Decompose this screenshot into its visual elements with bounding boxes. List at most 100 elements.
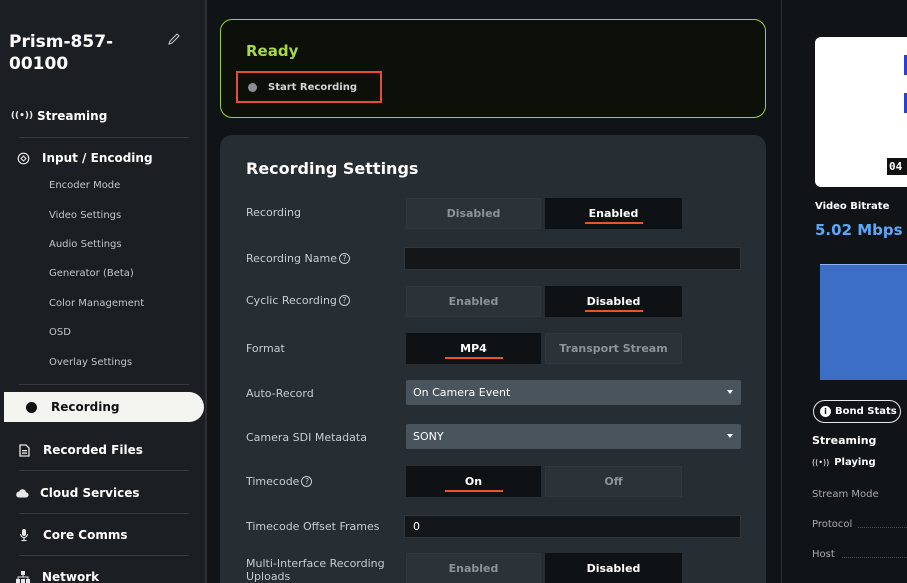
pencil-edit-icon[interactable] <box>166 31 182 47</box>
format-label: Format <box>246 342 285 355</box>
divider <box>19 384 189 385</box>
recording-enabled-option[interactable]: Enabled <box>545 198 682 229</box>
help-icon[interactable]: ? <box>338 253 350 264</box>
format-transport-stream-option[interactable]: Transport Stream <box>545 333 682 364</box>
preview-timecode: 04 <box>887 158 907 175</box>
label-text: Cyclic Recording <box>246 294 337 307</box>
sidebar-item-label: Recorded Files <box>43 443 143 457</box>
recording-disabled-option[interactable]: Disabled <box>406 198 541 229</box>
camera-sdi-metadata-label: Camera SDI Metadata <box>246 431 367 444</box>
bond-stats-label: Bond Stats <box>835 406 897 417</box>
selected-underline <box>444 490 503 492</box>
streaming-heading: Streaming <box>812 434 877 447</box>
video-bitrate-label: Video Bitrate <box>815 201 890 212</box>
option-label: Disabled <box>586 562 641 575</box>
sidebar-divider <box>205 0 207 583</box>
broadcast-icon: ((•)) <box>812 458 830 467</box>
multi-interface-disabled-option[interactable]: Disabled <box>545 553 682 583</box>
select-value: SONY <box>413 430 444 443</box>
cyclic-enabled-option[interactable]: Enabled <box>406 286 541 317</box>
start-recording-button[interactable]: Start Recording <box>236 71 382 103</box>
microphone-icon <box>17 528 31 542</box>
label-text: Camera SDI Metadata <box>246 431 367 444</box>
timecode-on-option[interactable]: On <box>406 466 541 497</box>
sidebar-item-recorded-files[interactable]: Recorded Files <box>0 442 205 458</box>
video-preview: 04 <box>815 37 907 187</box>
help-icon[interactable]: ? <box>301 476 313 487</box>
streaming-state-label: Playing <box>834 457 876 468</box>
select-value: On Camera Event <box>413 386 511 399</box>
sidebar-item-network[interactable]: Network <box>0 569 205 583</box>
dotted-leader <box>842 557 907 558</box>
record-indicator-icon <box>248 82 257 92</box>
divider <box>19 470 189 471</box>
sidebar-item-label: Core Comms <box>43 528 128 542</box>
format-mp4-option[interactable]: MP4 <box>406 333 541 364</box>
option-label: MP4 <box>460 342 487 355</box>
sidebar-item-label: Recording <box>51 400 120 414</box>
broadcast-icon: ((•)) <box>10 111 34 121</box>
sidebar-subitem-video-settings[interactable]: Video Settings <box>49 210 121 221</box>
label-text: Auto-Record <box>246 387 314 400</box>
label-text: Recording Name <box>246 252 337 265</box>
device-title: Prism-857-00100 <box>9 32 114 74</box>
cyclic-disabled-option[interactable]: Disabled <box>545 286 682 317</box>
cyclic-recording-label: Cyclic Recording? <box>246 294 350 307</box>
sidebar-item-core-comms[interactable]: Core Comms <box>0 527 205 543</box>
sidebar-item-cloud-services[interactable]: Cloud Services <box>0 485 205 501</box>
sidebar-item-input-encoding[interactable]: Input / Encoding <box>0 150 205 166</box>
sidebar-subitem-osd[interactable]: OSD <box>49 327 71 338</box>
streaming-state: ((•)) Playing <box>812 457 876 468</box>
option-label: Enabled <box>588 207 639 220</box>
stream-mode-label: Stream Mode <box>812 489 879 500</box>
selected-underline <box>444 357 503 359</box>
input-target-icon <box>16 151 30 165</box>
divider <box>19 137 189 138</box>
file-icon <box>17 443 31 457</box>
right-panel-divider <box>781 0 782 583</box>
camera-sdi-metadata-select[interactable]: SONY <box>406 424 741 449</box>
bond-stats-button[interactable]: i Bond Stats <box>813 400 901 423</box>
label-text: Multi-Interface Recording Uploads <box>246 557 385 583</box>
help-icon[interactable]: ? <box>338 295 350 306</box>
timecode-offset-label: Timecode Offset Frames <box>246 520 380 533</box>
network-icon <box>16 570 30 583</box>
sidebar-item-label: Network <box>42 570 100 583</box>
sidebar-item-streaming[interactable]: ((•)) Streaming <box>0 108 205 124</box>
sidebar-item-label: Cloud Services <box>40 486 140 500</box>
dotted-leader <box>858 527 907 528</box>
label-text: Timecode <box>246 475 300 488</box>
video-bitrate-value: 5.02 Mbps <box>815 221 903 239</box>
cloud-icon <box>15 486 29 500</box>
divider <box>19 555 189 556</box>
selected-underline <box>584 310 643 312</box>
multi-interface-enabled-option[interactable]: Enabled <box>406 553 541 583</box>
timecode-offset-input[interactable]: 0 <box>404 515 741 538</box>
sidebar-subitem-color-management[interactable]: Color Management <box>49 298 144 309</box>
bitrate-graph <box>820 264 907 380</box>
chevron-down-icon <box>727 434 733 438</box>
multi-interface-label: Multi-Interface Recording Uploads <box>246 557 396 583</box>
timecode-label: Timecode? <box>246 475 313 488</box>
auto-record-label: Auto-Record <box>246 387 314 400</box>
sidebar-subitem-overlay-settings[interactable]: Overlay Settings <box>49 357 132 368</box>
sidebar-item-label: Input / Encoding <box>42 151 153 165</box>
start-recording-label: Start Recording <box>268 81 357 93</box>
sidebar-subitem-encoder-mode[interactable]: Encoder Mode <box>49 180 120 191</box>
sidebar-subitem-audio-settings[interactable]: Audio Settings <box>49 239 122 250</box>
recording-name-input[interactable] <box>404 247 741 270</box>
info-icon: i <box>820 406 831 417</box>
timecode-off-option[interactable]: Off <box>545 466 682 497</box>
sidebar-item-recording[interactable]: Recording <box>4 392 204 422</box>
recording-label: Recording <box>246 206 301 219</box>
label-text: Recording <box>246 206 302 219</box>
option-label: On <box>464 475 483 488</box>
option-label: Disabled <box>586 295 641 308</box>
record-dot-icon <box>26 401 37 413</box>
recording-status: Ready <box>246 42 299 60</box>
auto-record-select[interactable]: On Camera Event <box>406 380 741 405</box>
selected-underline <box>584 222 643 224</box>
label-text: Timecode Offset Frames <box>246 520 380 533</box>
sidebar-subitem-generator[interactable]: Generator (Beta) <box>49 268 134 279</box>
host-label: Host <box>812 549 835 560</box>
